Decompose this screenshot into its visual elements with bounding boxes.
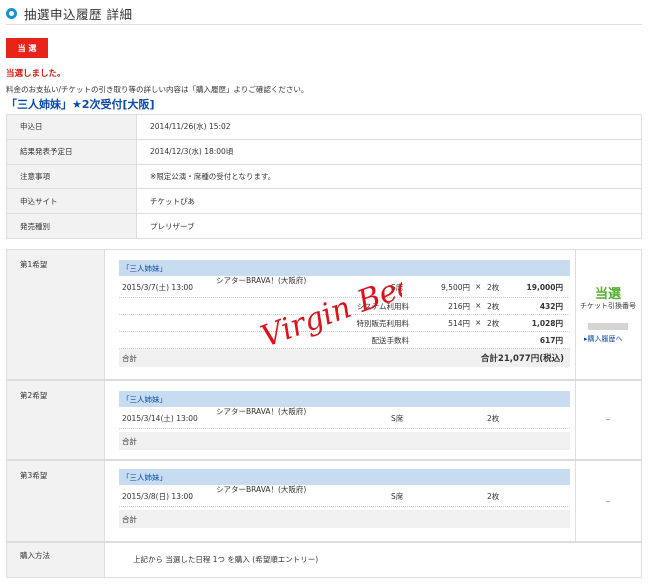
method-value: 上記から 当選した日程 1つ を購入 (希望順エントリー) — [133, 555, 319, 564]
ticket-number-label: チケット引換番号 — [580, 302, 636, 310]
row-label: 申込サイト — [6, 188, 137, 215]
fee-line: 特別販売利用料 514円 × 2枚 1,028円 — [119, 315, 570, 332]
total-label: 合計 — [122, 437, 137, 446]
ticket-price: 9,500円 — [441, 283, 470, 292]
result-won: 当選 — [594, 287, 621, 302]
fee-subtotal: 1,028円 — [531, 319, 563, 328]
fee-subtotal: 617円 — [539, 336, 563, 345]
result-cell: – — [575, 461, 641, 541]
choice-3: 第3希望 「三人姉妹」 2015/3/8(日) 13:00 シアターBRAVA！… — [6, 460, 642, 542]
row-label: 発売種別 — [6, 213, 137, 239]
fee-qty: 2枚 — [487, 319, 500, 328]
choice-detail: 「三人姉妹」 2015/3/7(土) 13:00 シアターBRAVA！(大阪府)… — [119, 260, 570, 367]
choice-label: 第3希望 — [7, 461, 105, 541]
total-value: 合計21,077円(税込) — [480, 354, 564, 364]
purchase-history-link[interactable]: ▸購入履歴へ — [584, 334, 623, 344]
total-label: 合計 — [122, 515, 137, 524]
perf-venue: シアターBRAVA！(大阪府) — [216, 485, 307, 494]
choice-label: 第1希望 — [7, 250, 105, 379]
times-sign: × — [475, 301, 482, 310]
page-header: 抽選申込履歴 詳細 — [6, 3, 642, 25]
fee-subtotal: 432円 — [539, 302, 563, 311]
perf-venue: シアターBRAVA！(大阪府) — [216, 276, 307, 285]
row-label: 注意事項 — [6, 163, 137, 190]
row-label: 申込日 — [6, 114, 137, 140]
seat-class: S席 — [391, 414, 404, 423]
table-row: 注意事項 ※限定公演・席種の受付となります。 — [6, 163, 642, 190]
performance-title: 「三人姉妹」 — [119, 391, 570, 407]
status-badge: 当 選 — [6, 38, 48, 58]
perf-date: 2015/3/8(日) 13:00 — [122, 492, 194, 501]
row-label: 結果発表予定日 — [6, 138, 137, 165]
times-sign: × — [475, 318, 482, 327]
choice-2: 第2希望 「三人姉妹」 2015/3/14(土) 13:00 シアターBRAVA… — [6, 380, 642, 460]
ticket-line: 2015/3/8(日) 13:00 シアターBRAVA！(大阪府) S席 2枚 — [119, 485, 570, 507]
perf-venue: シアターBRAVA！(大阪府) — [216, 407, 307, 416]
choice-label: 第2希望 — [7, 381, 105, 459]
ticket-qty: 2枚 — [487, 492, 500, 501]
perf-date: 2015/3/14(土) 13:00 — [122, 414, 198, 423]
ticket-line: 2015/3/7(土) 13:00 シアターBRAVA！(大阪府) S席 9,5… — [119, 276, 570, 298]
seat-class: S席 — [391, 283, 404, 292]
fee-price: 514円 — [448, 319, 470, 328]
row-value: プレリザーブ — [136, 213, 642, 239]
ticket-line: 2015/3/14(土) 13:00 シアターBRAVA！(大阪府) S席 2枚 — [119, 407, 570, 429]
event-title: 「三人姉妹」★2次受付[大阪] — [6, 98, 155, 111]
purchase-method: 購入方法 上記から 当選した日程 1つ を購入 (希望順エントリー) — [6, 542, 642, 578]
total-row: 合計 — [119, 510, 570, 528]
ticket-number-redacted — [588, 323, 628, 330]
row-value: ※限定公演・席種の受付となります。 — [136, 163, 642, 190]
ticket-qty: 2枚 — [487, 283, 500, 292]
fee-name: 特別販売利用料 — [356, 319, 410, 328]
total-label: 合計 — [122, 354, 137, 363]
fee-name: 配送手数料 — [371, 336, 410, 345]
result-cell: – — [575, 381, 641, 459]
won-message: 当選しました。 — [6, 69, 66, 79]
payment-note: 料金のお支払い/チケットの引き取り等の詳しい内容は「購入履歴」よりご確認ください… — [6, 85, 309, 94]
fee-qty: 2枚 — [487, 302, 500, 311]
result-none: – — [605, 415, 611, 425]
result-cell: 当選 チケット引換番号 ▸購入履歴へ — [575, 250, 641, 379]
result-none: – — [605, 497, 611, 507]
choice-detail: 「三人姉妹」 2015/3/8(日) 13:00 シアターBRAVA！(大阪府)… — [119, 469, 570, 528]
ticket-qty: 2枚 — [487, 414, 500, 423]
row-value: チケットぴあ — [136, 188, 642, 215]
method-label: 購入方法 — [7, 543, 105, 577]
seat-class: S席 — [391, 492, 404, 501]
table-row: 申込サイト チケットぴあ — [6, 188, 642, 215]
times-sign: × — [475, 282, 482, 291]
fee-name: システム利用料 — [356, 302, 409, 311]
choice-1: 第1希望 「三人姉妹」 2015/3/7(土) 13:00 シアターBRAVA！… — [6, 249, 642, 380]
ticket-subtotal: 19,000円 — [526, 283, 563, 292]
circle-icon — [6, 8, 17, 19]
perf-date: 2015/3/7(土) 13:00 — [122, 283, 194, 292]
row-value: 2014/11/26(水) 15:02 — [136, 114, 642, 140]
performance-title: 「三人姉妹」 — [119, 469, 570, 485]
fee-price: 216円 — [448, 302, 470, 311]
fee-line: 配送手数料 617円 — [119, 332, 570, 349]
performance-title: 「三人姉妹」 — [119, 260, 570, 276]
choice-detail: 「三人姉妹」 2015/3/14(土) 13:00 シアターBRAVA！(大阪府… — [119, 391, 570, 450]
row-value: 2014/12/3(水) 18:00頃 — [136, 138, 642, 165]
table-row: 発売種別 プレリザーブ — [6, 213, 642, 239]
table-row: 結果発表予定日 2014/12/3(水) 18:00頃 — [6, 138, 642, 165]
table-row: 申込日 2014/11/26(水) 15:02 — [6, 114, 642, 140]
fee-line: システム利用料 216円 × 2枚 432円 — [119, 298, 570, 315]
total-row: 合計 合計21,077円(税込) — [119, 349, 570, 367]
page-title: 抽選申込履歴 詳細 — [24, 7, 133, 22]
total-row: 合計 — [119, 432, 570, 450]
info-table: 申込日 2014/11/26(水) 15:02 結果発表予定日 2014/12/3(… — [6, 114, 642, 239]
